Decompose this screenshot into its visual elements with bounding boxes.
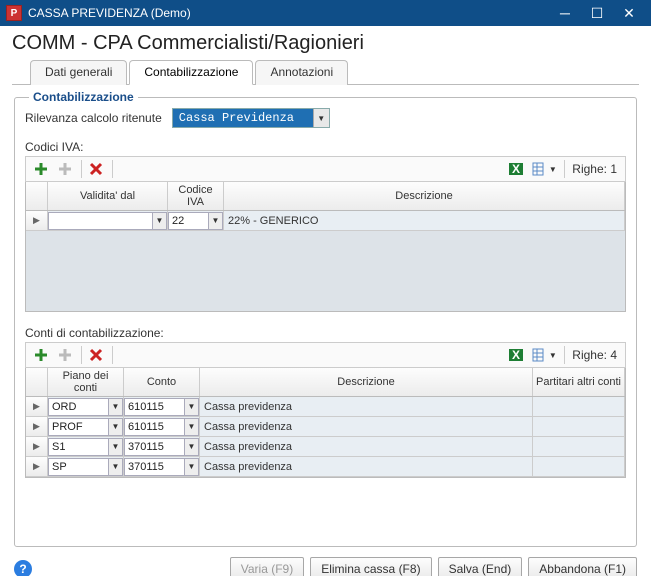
export-excel-button[interactable]: X <box>505 345 527 365</box>
delete-row-button[interactable] <box>85 159 107 179</box>
col-validita[interactable]: Validita' dal <box>48 182 168 210</box>
rilevanza-combo[interactable]: ▼ <box>172 108 330 128</box>
cell-partitari[interactable] <box>533 417 625 437</box>
col-rowselector[interactable] <box>26 368 48 396</box>
cell-conto[interactable]: 370115▼ <box>124 437 200 457</box>
row-handle[interactable]: ▶ <box>26 211 48 231</box>
salva-button[interactable]: Salva (End) <box>438 557 523 576</box>
tab-content: Contabilizzazione Rilevanza calcolo rite… <box>0 85 651 551</box>
table-row[interactable]: ▶ORD▼610115▼Cassa previdenza <box>26 397 625 417</box>
chevron-down-icon[interactable]: ▼ <box>109 438 123 456</box>
close-button[interactable]: ✕ <box>613 0 645 26</box>
chevron-down-icon[interactable]: ▼ <box>109 418 123 436</box>
page-title: COMM - CPA Commercialisti/Ragionieri <box>12 32 639 55</box>
contabilizzazione-fieldset: Contabilizzazione Rilevanza calcolo rite… <box>14 97 637 547</box>
col-descrizione[interactable]: Descrizione <box>224 182 625 210</box>
varia-button[interactable]: Varia (F9) <box>230 557 304 576</box>
tab-annotazioni[interactable]: Annotazioni <box>255 60 348 85</box>
cell-piano-conti[interactable]: SP▼ <box>48 457 124 477</box>
app-icon: P <box>6 5 22 21</box>
tab-dati-generali[interactable]: Dati generali <box>30 60 127 85</box>
chevron-down-icon[interactable]: ▼ <box>109 398 123 416</box>
cell-descrizione: Cassa previdenza <box>200 437 533 457</box>
codici-iva-grid[interactable]: Validita' dal Codice IVA Descrizione ▶▼2… <box>25 182 626 312</box>
insert-row-button[interactable] <box>54 159 76 179</box>
rilevanza-label: Rilevanza calcolo ritenute <box>25 111 162 125</box>
cell-piano-conti[interactable]: S1▼ <box>48 437 124 457</box>
titlebar: P CASSA PREVIDENZA (Demo) ─ ☐ ✕ <box>0 0 651 26</box>
table-row[interactable]: ▶SP▼370115▼Cassa previdenza <box>26 457 625 477</box>
rilevanza-row: Rilevanza calcolo ritenute ▼ <box>25 108 626 128</box>
cell-conto[interactable]: 610115▼ <box>124 417 200 437</box>
grid-options-button[interactable]: ▼ <box>529 345 559 365</box>
export-excel-button[interactable]: X <box>505 159 527 179</box>
add-row-button[interactable] <box>30 345 52 365</box>
cell-partitari[interactable] <box>533 457 625 477</box>
row-handle[interactable]: ▶ <box>26 457 48 477</box>
tab-contabilizzazione[interactable]: Contabilizzazione <box>129 60 253 85</box>
tabs: Dati generali Contabilizzazione Annotazi… <box>12 59 639 85</box>
minimize-button[interactable]: ─ <box>549 0 581 26</box>
table-row[interactable]: ▶ ▼22▼22% - GENERICO <box>26 211 625 231</box>
row-handle[interactable]: ▶ <box>26 417 48 437</box>
codici-iva-toolbar: X ▼ Righe: 1 <box>25 156 626 182</box>
cell-validita[interactable]: ▼ <box>48 211 168 231</box>
col-partitari[interactable]: Partitari altri conti <box>533 368 625 396</box>
codici-iva-rowcount: Righe: 1 <box>568 162 621 176</box>
col-descrizione[interactable]: Descrizione <box>200 368 533 396</box>
rilevanza-input[interactable] <box>173 109 313 127</box>
conti-grid[interactable]: Piano dei conti Conto Descrizione Partit… <box>25 368 626 478</box>
row-handle[interactable]: ▶ <box>26 437 48 457</box>
codici-iva-label: Codici IVA: <box>25 140 626 154</box>
delete-row-button[interactable] <box>85 345 107 365</box>
insert-row-button[interactable] <box>54 345 76 365</box>
chevron-down-icon[interactable]: ▼ <box>185 418 199 436</box>
cell-descrizione: Cassa previdenza <box>200 417 533 437</box>
svg-text:X: X <box>512 162 520 176</box>
chevron-down-icon[interactable]: ▼ <box>313 109 329 127</box>
chevron-down-icon[interactable]: ▼ <box>153 212 167 230</box>
svg-text:X: X <box>512 348 520 362</box>
cell-descrizione: Cassa previdenza <box>200 457 533 477</box>
conti-toolbar: X ▼ Righe: 4 <box>25 342 626 368</box>
table-row[interactable]: ▶S1▼370115▼Cassa previdenza <box>26 437 625 457</box>
elimina-cassa-button[interactable]: Elimina cassa (F8) <box>310 557 431 576</box>
col-conto[interactable]: Conto <box>124 368 200 396</box>
chevron-down-icon[interactable]: ▼ <box>185 438 199 456</box>
maximize-button[interactable]: ☐ <box>581 0 613 26</box>
fieldset-legend: Contabilizzazione <box>29 90 138 104</box>
window-title: CASSA PREVIDENZA (Demo) <box>28 6 549 20</box>
grid-options-button[interactable]: ▼ <box>529 159 559 179</box>
add-row-button[interactable] <box>30 159 52 179</box>
cell-partitari[interactable] <box>533 397 625 417</box>
col-codice-iva[interactable]: Codice IVA <box>168 182 224 210</box>
cell-piano-conti[interactable]: PROF▼ <box>48 417 124 437</box>
row-handle[interactable]: ▶ <box>26 397 48 417</box>
chevron-down-icon[interactable]: ▼ <box>209 212 223 230</box>
conti-rowcount: Righe: 4 <box>568 348 621 362</box>
cell-descrizione: 22% - GENERICO <box>224 211 625 231</box>
cell-descrizione: Cassa previdenza <box>200 397 533 417</box>
chevron-down-icon[interactable]: ▼ <box>109 458 123 476</box>
cell-partitari[interactable] <box>533 437 625 457</box>
cell-codice-iva[interactable]: 22▼ <box>168 211 224 231</box>
cell-conto[interactable]: 370115▼ <box>124 457 200 477</box>
footer-buttons: ? Varia (F9) Elimina cassa (F8) Salva (E… <box>0 551 651 576</box>
cell-piano-conti[interactable]: ORD▼ <box>48 397 124 417</box>
cell-conto[interactable]: 610115▼ <box>124 397 200 417</box>
col-rowselector[interactable] <box>26 182 48 210</box>
help-icon[interactable]: ? <box>14 560 32 576</box>
conti-label: Conti di contabilizzazione: <box>25 326 626 340</box>
col-piano-conti[interactable]: Piano dei conti <box>48 368 124 396</box>
header: COMM - CPA Commercialisti/Ragionieri Dat… <box>0 26 651 85</box>
abbandona-button[interactable]: Abbandona (F1) <box>528 557 637 576</box>
table-row[interactable]: ▶PROF▼610115▼Cassa previdenza <box>26 417 625 437</box>
chevron-down-icon[interactable]: ▼ <box>185 458 199 476</box>
chevron-down-icon[interactable]: ▼ <box>185 398 199 416</box>
